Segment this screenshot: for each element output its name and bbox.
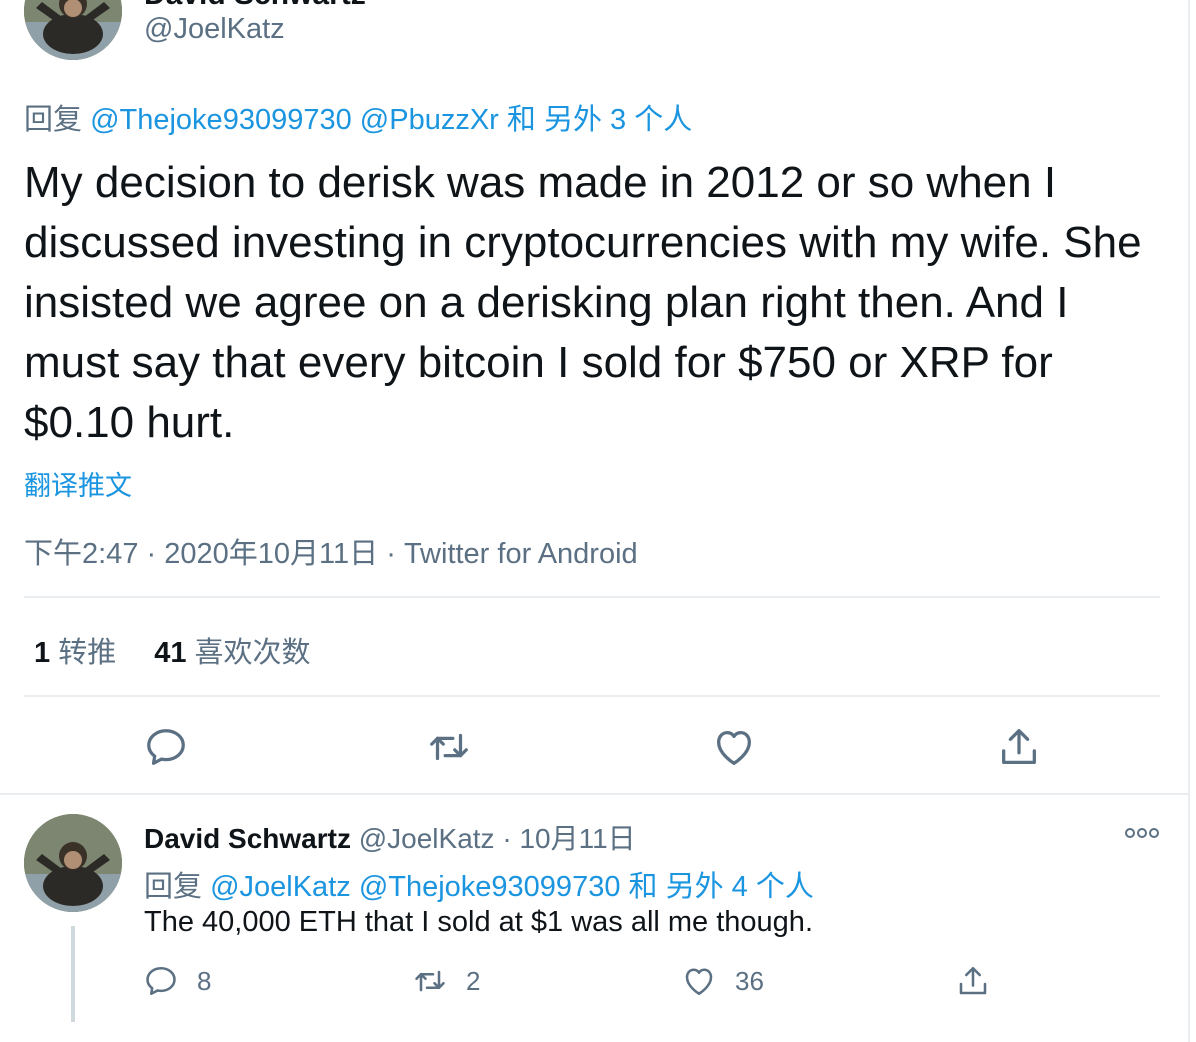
avatar-photo	[24, 0, 122, 60]
more-options-button[interactable]	[1124, 826, 1160, 840]
reply-count: 8	[197, 965, 212, 996]
like-label: 喜欢次数	[194, 637, 311, 669]
replying-to-line: 回复 @Thejoke93099730 @PbuzzXr 和 另外 3 个人	[24, 96, 692, 138]
author-avatar[interactable]	[24, 0, 122, 60]
retweet-count: 1	[34, 637, 51, 669]
others-link[interactable]: 和 另外 3 个人	[507, 104, 692, 136]
like-count: 41	[154, 637, 187, 669]
like-count: 36	[735, 965, 764, 996]
mention-link[interactable]: @PbuzzXr	[360, 104, 499, 136]
translate-tweet-link[interactable]: 翻译推文	[24, 464, 132, 503]
others-link[interactable]: 和 另外 4 个人	[629, 871, 814, 903]
reply-author-avatar[interactable]	[24, 814, 122, 912]
reply-icon	[147, 729, 185, 765]
retweet-icon	[415, 970, 445, 992]
reply-header: David Schwartz @JoelKatz · 10月11日	[144, 817, 636, 857]
share-icon	[1002, 729, 1036, 764]
retweet-button[interactable]	[426, 724, 472, 770]
heart-icon	[685, 968, 713, 996]
reply-share-button[interactable]	[955, 962, 1009, 1000]
retweet-icon	[430, 733, 468, 761]
tweet-time[interactable]: 下午2:47	[24, 538, 138, 570]
right-edge-border	[1188, 0, 1190, 1042]
like-button[interactable]	[711, 724, 757, 770]
mention-link[interactable]: @Thejoke93099730	[90, 104, 352, 136]
author-handle[interactable]: @JoelKatz	[144, 13, 285, 46]
reply-like-button[interactable]: 36	[681, 962, 764, 1000]
more-dots-icon	[1125, 828, 1159, 838]
reply-tweet-text: The 40,000 ETH that I sold at $1 was all…	[144, 906, 813, 938]
mention-link[interactable]: @JoelKatz	[210, 871, 351, 903]
reply-button[interactable]	[143, 724, 189, 770]
tweet-date[interactable]: 2020年10月11日	[164, 538, 378, 570]
tweet-meta: 下午2:47 · 2020年10月11日 · Twitter for Andro…	[24, 530, 638, 572]
reply-retweet-button[interactable]: 2	[412, 962, 480, 1000]
reply-author-name[interactable]: David Schwartz	[144, 823, 351, 854]
share-icon	[959, 966, 987, 995]
divider	[24, 596, 1160, 598]
reply-reply-button[interactable]: 8	[143, 962, 211, 1000]
heart-icon	[717, 730, 751, 765]
meta-separator: ·	[146, 538, 157, 570]
reply-replying-to-line: 回复 @JoelKatz @Thejoke93099730 和 另外 4 个人	[144, 863, 814, 905]
retweets-stat[interactable]: 1 转推	[34, 637, 116, 669]
meta-separator: ·	[502, 823, 512, 854]
reply-icon	[146, 966, 176, 996]
tweet-text: My decision to derisk was made in 2012 o…	[24, 158, 1142, 447]
divider	[24, 695, 1160, 697]
mention-link[interactable]: @Thejoke93099730	[359, 871, 621, 903]
retweet-label: 转推	[58, 637, 117, 669]
thread-connector-line	[71, 926, 75, 1022]
author-name[interactable]: David Schwartz	[144, 0, 366, 12]
meta-separator: ·	[386, 538, 396, 570]
reply-date[interactable]: 10月11日	[519, 823, 635, 854]
avatar-photo	[24, 814, 122, 912]
retweet-count: 2	[466, 965, 481, 996]
likes-stat[interactable]: 41 喜欢次数	[154, 637, 310, 669]
replying-to-prefix: 回复	[144, 871, 203, 903]
tweet-stats: 1 转推 41 喜欢次数	[34, 629, 311, 671]
thread-separator	[0, 793, 1188, 795]
replying-to-prefix: 回复	[24, 104, 83, 136]
tweet-source[interactable]: Twitter for Android	[404, 538, 638, 570]
reply-author-handle[interactable]: @JoelKatz	[359, 823, 495, 854]
share-button[interactable]	[996, 724, 1042, 770]
